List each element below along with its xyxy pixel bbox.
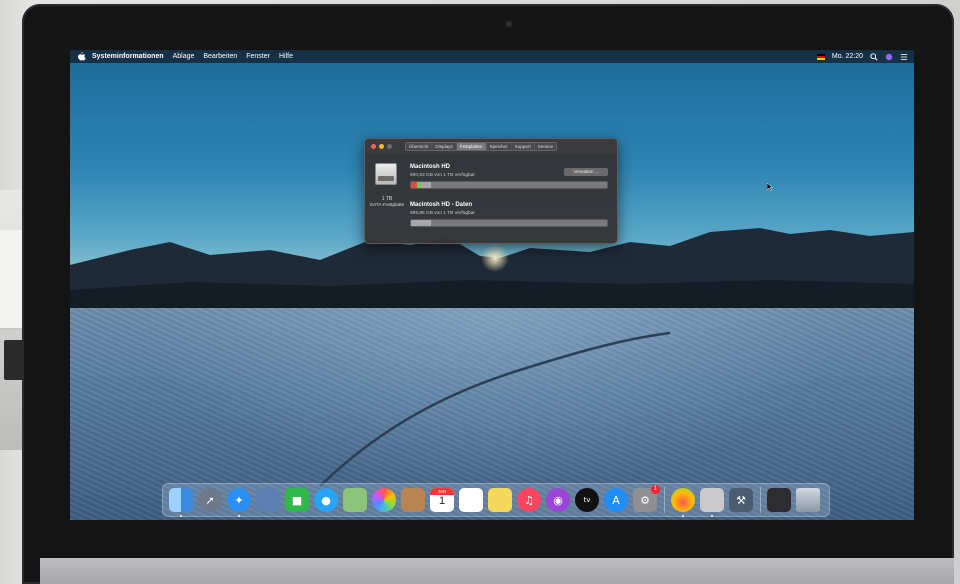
downloads-stack-icon[interactable] [767, 488, 791, 512]
siri-icon[interactable] [885, 53, 893, 61]
tab-support[interactable]: Support [511, 143, 535, 150]
manage-button[interactable]: Verwalten ... [564, 168, 608, 176]
menu-ablage[interactable]: Ablage [173, 53, 195, 60]
safari-icon[interactable]: ✦ [227, 488, 251, 517]
volume-free-1: 900,63 GB von 1 TB verfügbar [410, 173, 475, 178]
contacts-icon[interactable] [401, 488, 425, 512]
music-icon[interactable]: ♫ [517, 488, 541, 512]
preview-icon[interactable] [256, 488, 280, 512]
volume-free-2: 899,85 GB von 1 TB verfügbar [410, 211, 475, 216]
appletv-icon[interactable]: tv [575, 488, 599, 512]
imac-chin [40, 558, 954, 584]
finder-icon[interactable] [169, 488, 193, 517]
menu-fenster[interactable]: Fenster [246, 53, 270, 60]
system-information-window: Übersicht Displays Festplatten Speicher … [364, 138, 618, 244]
notification-center-icon[interactable] [900, 53, 908, 61]
apple-menu-icon[interactable] [78, 52, 86, 61]
xcode-tools-icon[interactable]: ⚒ [729, 488, 753, 512]
facetime-icon[interactable]: ■ [285, 488, 309, 512]
close-button[interactable] [371, 143, 376, 149]
update-badge: 1 [651, 485, 660, 494]
color-app-icon[interactable] [671, 488, 695, 517]
system-preferences-icon[interactable]: ⚙ 1 [633, 485, 660, 512]
disk-pane: 1 TB SATA-Festplatte Macintosh HD 900,63… [365, 153, 617, 243]
appstore-icon[interactable]: A [604, 488, 628, 512]
volume-usage-bar-2 [410, 219, 608, 227]
calendar-icon[interactable]: JAN 1 [430, 488, 454, 512]
notes-icon[interactable] [488, 488, 512, 512]
disk-size: 1 TB [381, 196, 393, 202]
messages-icon[interactable]: ● [314, 488, 338, 512]
camera [506, 21, 512, 27]
menu-app-name[interactable]: Systeminformationen [92, 53, 164, 60]
zoom-button[interactable] [387, 143, 392, 149]
printer-utility-icon[interactable] [700, 488, 724, 517]
podcasts-icon[interactable]: ◉ [546, 488, 570, 512]
mouse-cursor-icon [767, 183, 773, 191]
spotlight-search-icon[interactable] [870, 52, 878, 61]
trash-icon[interactable] [796, 488, 820, 512]
maps-icon[interactable] [343, 488, 367, 512]
tab-speicher[interactable]: Speicher [486, 143, 512, 150]
hard-drive-icon [375, 163, 397, 185]
tab-bar: Übersicht Displays Festplatten Speicher … [405, 142, 558, 151]
dock-separator-2 [760, 487, 761, 513]
tab-service[interactable]: Service [534, 143, 557, 150]
volume-name-1: Macintosh HD [410, 164, 451, 170]
tab-displays[interactable]: Displays [432, 143, 457, 150]
menu-clock[interactable]: Mo. 22:20 [832, 53, 863, 60]
volume-usage-bar-1 [410, 181, 608, 189]
menu-hilfe[interactable]: Hilfe [279, 53, 293, 60]
input-source-flag-icon[interactable] [816, 53, 825, 60]
usage-segment-data [411, 220, 431, 226]
usage-segment-other [420, 182, 431, 188]
calendar-day: 1 [438, 495, 446, 507]
launchpad-icon[interactable]: ➚ [198, 488, 222, 512]
disk-type: SATA-Festplatte [369, 203, 405, 208]
tab-festplatten[interactable]: Festplatten [456, 143, 487, 150]
photos-icon[interactable] [372, 488, 396, 512]
dock-separator [664, 487, 665, 513]
dock: ➚ ✦ ■ ● JAN 1 ♫ ◉ tv A ⚙ 1 ⚒ [162, 483, 830, 517]
desktop-screen: Systeminformationen Ablage Bearbeiten Fe… [70, 50, 914, 520]
reminders-icon[interactable] [459, 488, 483, 512]
minimize-button[interactable] [379, 143, 384, 149]
volume-name-2: Macintosh HD - Daten [410, 202, 473, 208]
menu-bar: Systeminformationen Ablage Bearbeiten Fe… [70, 50, 914, 63]
window-titlebar[interactable]: Übersicht Displays Festplatten Speicher … [365, 139, 617, 153]
calendar-month: JAN [430, 488, 454, 495]
menu-bearbeiten[interactable]: Bearbeiten [203, 53, 237, 60]
tab-uebersicht[interactable]: Übersicht [406, 143, 433, 150]
